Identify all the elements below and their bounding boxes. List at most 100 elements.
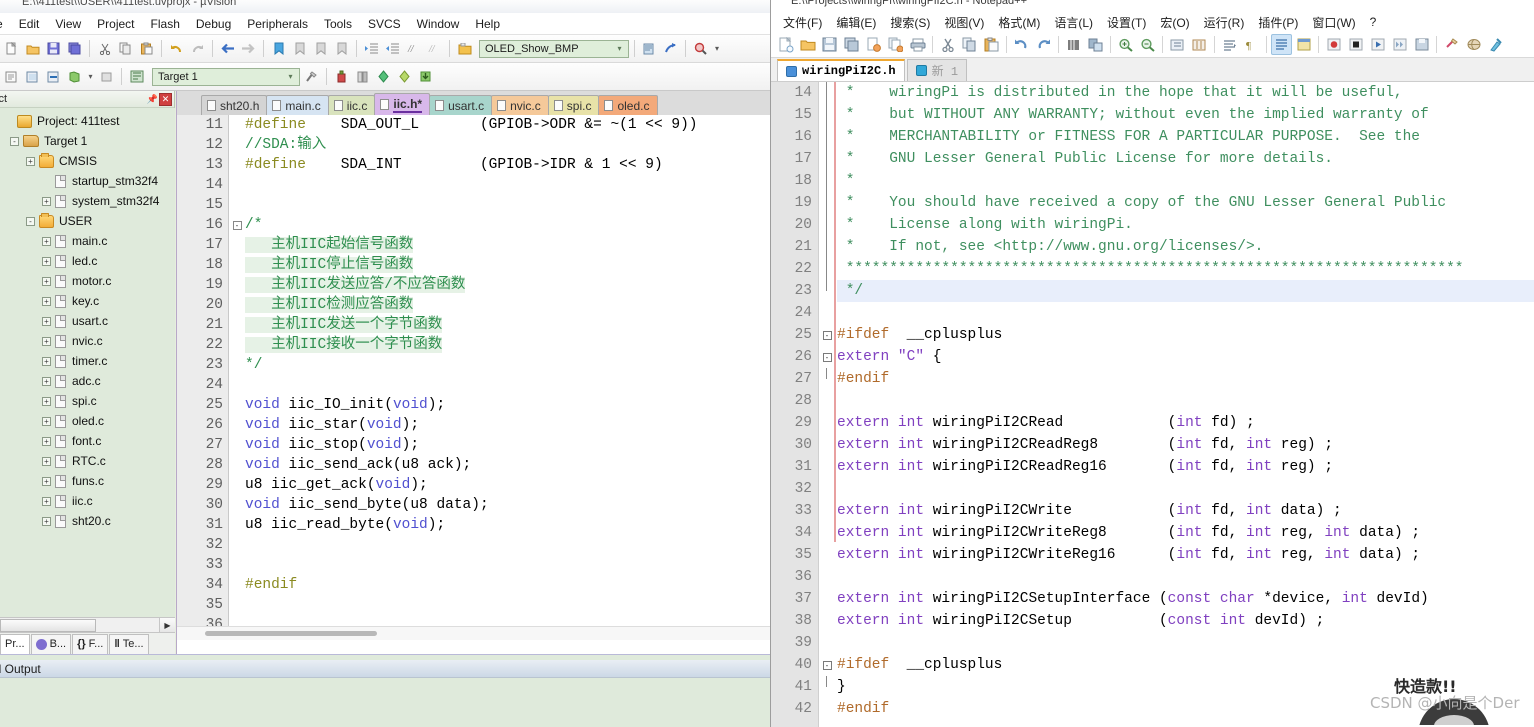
tree-expander[interactable]: + <box>42 436 51 446</box>
keil-code-line[interactable]: 主机IIC发送一个字节函数 <box>245 315 780 335</box>
npp-menu-bar[interactable]: 文件(F) 编辑(E) 搜索(S) 视图(V) 格式(M) 语言(L) 设置(T… <box>771 12 1534 32</box>
open-file-icon[interactable] <box>23 39 42 58</box>
tree-expander[interactable]: + <box>42 296 51 306</box>
keil-code-line[interactable]: void iic_star(void); <box>245 415 780 435</box>
tree-expander[interactable]: - <box>10 136 19 146</box>
manage-project-icon[interactable] <box>302 67 321 86</box>
indent-guide-icon[interactable] <box>1271 34 1292 55</box>
save-all-icon[interactable] <box>841 34 862 55</box>
tree-item-adc-c[interactable]: + adc.c <box>0 371 175 391</box>
npp-code-line[interactable] <box>837 478 1534 500</box>
keil-code-line[interactable]: */ <box>245 355 780 375</box>
npp-code-line[interactable]: extern int wiringPiI2CSetup (const int d… <box>837 610 1534 632</box>
tree-item-key-c[interactable]: + key.c <box>0 291 175 311</box>
npp-code-line[interactable]: #endif <box>837 368 1534 390</box>
scrollbar-thumb[interactable] <box>0 619 96 632</box>
npp-menu-format[interactable]: 格式(M) <box>991 13 1047 32</box>
npp-code-line[interactable]: extern int wiringPiI2CWriteReg16 (int fd… <box>837 544 1534 566</box>
tree-expander[interactable]: + <box>26 156 35 166</box>
npp-menu-help[interactable]: ? <box>1363 14 1384 30</box>
undo-icon[interactable] <box>167 39 186 58</box>
keil-code-line[interactable] <box>245 595 780 615</box>
tree-item-nvic-c[interactable]: + nvic.c <box>0 331 175 351</box>
tree-item-main-c[interactable]: + main.c <box>0 231 175 251</box>
uncomment-icon[interactable]: // <box>425 39 444 58</box>
new-file-icon[interactable] <box>775 34 796 55</box>
npp-menu-macro[interactable]: 宏(O) <box>1153 13 1196 32</box>
pin-icon[interactable]: 📌 <box>146 93 159 106</box>
npp-code-line[interactable]: * <box>837 170 1534 192</box>
find-icon[interactable] <box>691 39 710 58</box>
npp-menu-window[interactable]: 窗口(W) <box>1305 13 1362 32</box>
npp-code-line[interactable]: extern int wiringPiI2CWriteReg8 (int fd,… <box>837 522 1534 544</box>
keil-build-toolbar[interactable]: ▾ Target 1 ▾ <box>0 63 780 91</box>
npp-tab-new-1[interactable]: 新 1 <box>906 59 968 81</box>
translate-icon[interactable] <box>2 67 21 86</box>
npp-toolbar[interactable]: ¶ <box>771 32 1534 58</box>
npp-code-line[interactable]: * wiringPi is distributed in the hope th… <box>837 82 1534 104</box>
outdent-icon[interactable] <box>383 39 402 58</box>
tree-expander[interactable]: + <box>42 516 51 526</box>
find-dropdown-icon[interactable]: ▾ <box>712 39 722 58</box>
tree-expander[interactable]: + <box>42 396 51 406</box>
insert-file-icon[interactable] <box>640 39 659 58</box>
batch-build-dropdown-icon[interactable]: ▾ <box>86 67 95 86</box>
tree-expander[interactable]: + <box>42 356 51 366</box>
keil-code-line[interactable]: void iic_stop(void); <box>245 435 780 455</box>
batch-build-icon[interactable] <box>65 67 84 86</box>
scrollbar-thumb[interactable] <box>205 631 377 636</box>
close-file-icon[interactable] <box>863 34 884 55</box>
target-options-icon[interactable] <box>127 67 146 86</box>
tree-expander[interactable]: + <box>42 476 51 486</box>
keil-editor-tab-iic-c[interactable]: iic.c <box>327 95 376 115</box>
close-all-icon[interactable] <box>885 34 906 55</box>
copy-icon[interactable] <box>116 39 135 58</box>
keil-code-line[interactable]: 主机IIC接收一个字节函数 <box>245 335 780 355</box>
npp-code-view[interactable]: 14 15 16 17 18 19 20 21 22 23 24 25 26 27 28 29 30 31 32 33… <box>771 82 1534 727</box>
npp-code-line[interactable]: } <box>837 676 1534 698</box>
cut-icon[interactable] <box>937 34 958 55</box>
npp-code-line[interactable]: ****************************************… <box>837 258 1534 280</box>
keil-menu-window[interactable]: Window <box>409 15 468 33</box>
project-tab-books[interactable]: B... <box>30 633 72 654</box>
tree-expander[interactable]: + <box>42 496 51 506</box>
keil-code-line[interactable]: u8 iic_get_ack(void); <box>245 475 780 495</box>
npp-code-line[interactable] <box>837 566 1534 588</box>
npp-fold-column[interactable]: --- <box>820 82 834 727</box>
keil-code-line[interactable]: void iic_send_ack(u8 ack); <box>245 455 780 475</box>
keil-editor-tab-spi-c[interactable]: spi.c <box>547 95 600 115</box>
npp-menu-language[interactable]: 语言(L) <box>1047 13 1100 32</box>
keil-code-line[interactable]: #define SDA_INT (GPIOB->IDR & 1 << 9) <box>245 155 780 175</box>
npp-tab-wiringpii2c-h[interactable]: wiringPiI2C.h <box>777 59 905 81</box>
keil-menu-flash[interactable]: Flash <box>143 15 188 33</box>
npp-code-line[interactable]: * MERCHANTABILITY or FITNESS FOR A PARTI… <box>837 126 1534 148</box>
tree-item-spi-c[interactable]: + spi.c <box>0 391 175 411</box>
keil-menu-svcs[interactable]: SVCS <box>360 15 409 33</box>
npp-code-line[interactable]: * If not, see <http://www.gnu.org/licens… <box>837 236 1534 258</box>
navigate-back-icon[interactable] <box>218 39 237 58</box>
tree-item-oled-c[interactable]: + oled.c <box>0 411 175 431</box>
keil-editor-tabs[interactable]: sht20.h main.c iic.c iic.h* usart.c nvic.c spi… <box>177 91 780 115</box>
tree-item-system-stm32f4[interactable]: + system_stm32f4 <box>0 191 175 211</box>
indent-icon[interactable] <box>362 39 381 58</box>
tree-expander[interactable]: + <box>42 416 51 426</box>
bookmark-next-icon[interactable] <box>311 39 330 58</box>
npp-code-line[interactable]: extern int wiringPiI2CWrite (int fd, int… <box>837 500 1534 522</box>
npp-code-line[interactable]: extern int wiringPiI2CReadReg8 (int fd, … <box>837 434 1534 456</box>
save-macro-icon[interactable] <box>1411 34 1432 55</box>
keil-menu-peripherals[interactable]: Peripherals <box>239 15 316 33</box>
bookmark-toggle-icon[interactable] <box>269 39 288 58</box>
npp-menu-search[interactable]: 搜索(S) <box>883 13 937 32</box>
close-icon[interactable]: ✕ <box>159 92 172 106</box>
bookmark-clear-icon[interactable] <box>332 39 351 58</box>
tree-expander[interactable]: + <box>42 316 51 326</box>
tree-item-led-c[interactable]: + led.c <box>0 251 175 271</box>
keil-horizontal-scrollbar[interactable] <box>177 626 780 640</box>
keil-code-line[interactable] <box>245 375 780 395</box>
npp-code-line[interactable]: * License along with wiringPi. <box>837 214 1534 236</box>
project-tab-functions[interactable]: {} F... <box>72 633 109 654</box>
fold-toggle-icon[interactable]: - <box>820 346 834 368</box>
fold-toggle-icon[interactable]: - <box>230 215 244 235</box>
npp-code-line[interactable]: * GNU Lesser General Public License for … <box>837 148 1534 170</box>
chevron-down-icon[interactable]: ▾ <box>613 41 626 57</box>
